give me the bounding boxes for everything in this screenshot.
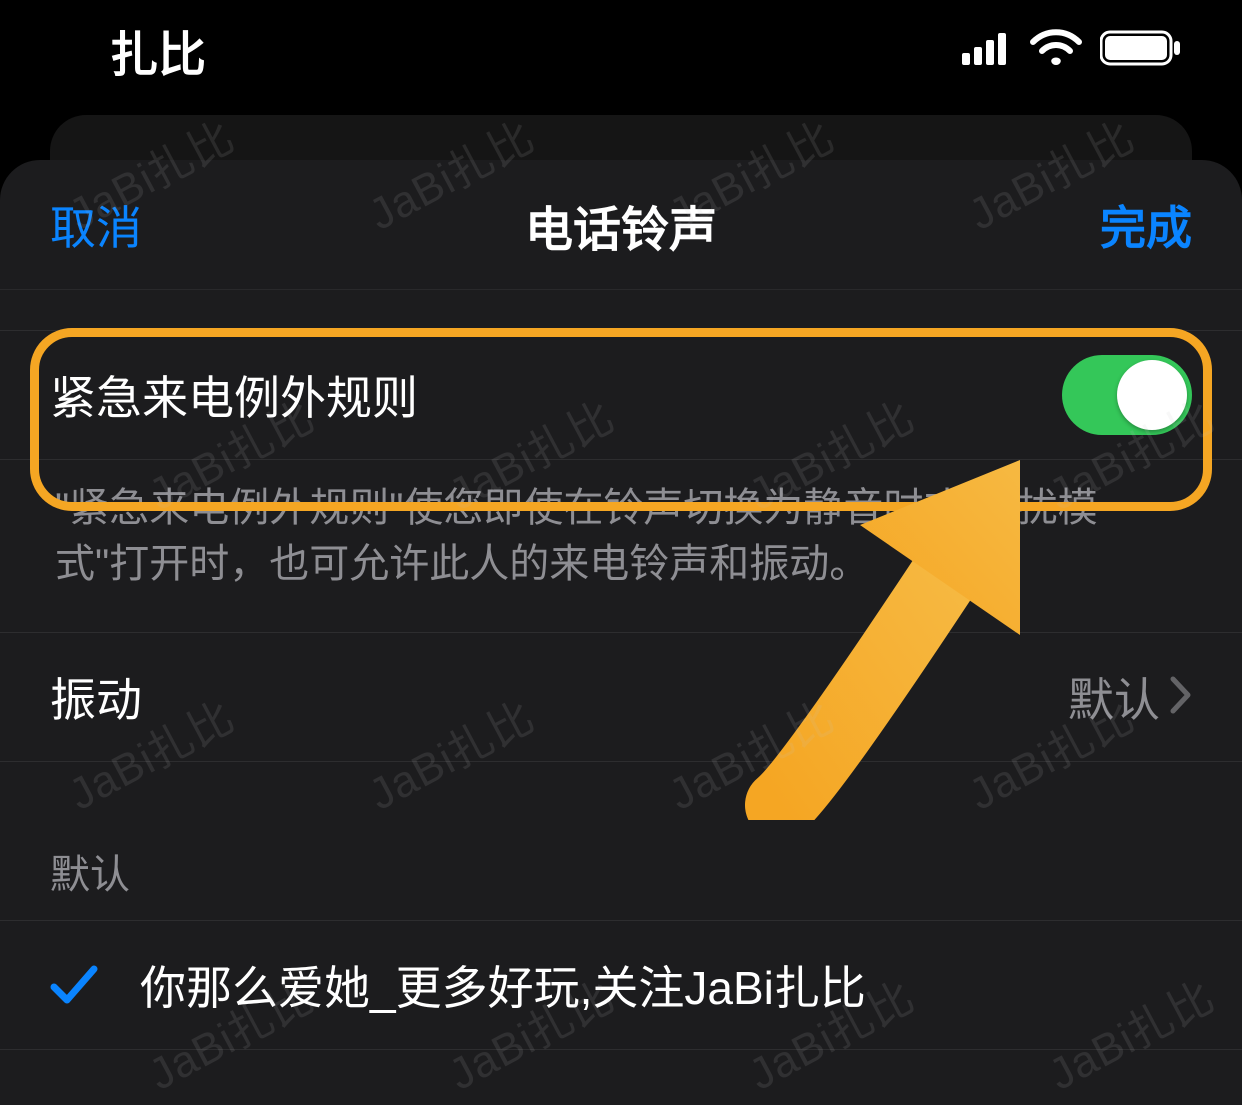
vibration-group: 振动 默认 bbox=[0, 632, 1242, 762]
modal-title: 电话铃声 bbox=[525, 190, 717, 260]
emergency-bypass-label: 紧急来电例外规则 bbox=[50, 362, 418, 428]
default-section-header: 默认 bbox=[0, 762, 1242, 920]
emergency-bypass-note: "紧急来电例外规则"使您即使在铃声切换为静音时或"勿扰模式"打开时，也可允许此人… bbox=[0, 460, 1242, 632]
modal-nav: 取消 电话铃声 完成 bbox=[0, 160, 1242, 290]
wifi-icon bbox=[1030, 29, 1082, 72]
status-icons bbox=[962, 29, 1182, 72]
cellular-icon bbox=[962, 31, 1012, 70]
ringtone-row[interactable]: 你那么爱她_更多好玩,关注JaBi扎比 bbox=[0, 920, 1242, 1050]
cancel-button[interactable]: 取消 bbox=[50, 192, 142, 258]
modal-sheet: 取消 电话铃声 完成 紧急来电例外规则 "紧急来电例外规则"使您即使在铃声切换为… bbox=[0, 160, 1242, 1105]
emergency-bypass-row[interactable]: 紧急来电例外规则 bbox=[0, 330, 1242, 460]
content: 紧急来电例外规则 "紧急来电例外规则"使您即使在铃声切换为静音时或"勿扰模式"打… bbox=[0, 290, 1242, 1050]
ringtone-label: 你那么爱她_更多好玩,关注JaBi扎比 bbox=[140, 952, 866, 1018]
chevron-right-icon bbox=[1170, 676, 1192, 719]
screen: 扎比 bbox=[0, 0, 1242, 1105]
checkmark-icon bbox=[50, 963, 140, 1007]
emergency-group: 紧急来电例外规则 "紧急来电例外规则"使您即使在铃声切换为静音时或"勿扰模式"打… bbox=[0, 330, 1242, 632]
status-bar: 扎比 bbox=[0, 0, 1242, 100]
emergency-bypass-toggle[interactable] bbox=[1062, 355, 1192, 435]
toggle-knob bbox=[1117, 360, 1187, 430]
battery-icon bbox=[1100, 29, 1182, 72]
done-button[interactable]: 完成 bbox=[1100, 192, 1192, 258]
vibration-value-group: 默认 bbox=[1068, 664, 1192, 730]
vibration-value: 默认 bbox=[1068, 664, 1160, 730]
vibration-row[interactable]: 振动 默认 bbox=[0, 632, 1242, 762]
vibration-label: 振动 bbox=[50, 664, 142, 730]
carrier-title: 扎比 bbox=[110, 15, 206, 85]
